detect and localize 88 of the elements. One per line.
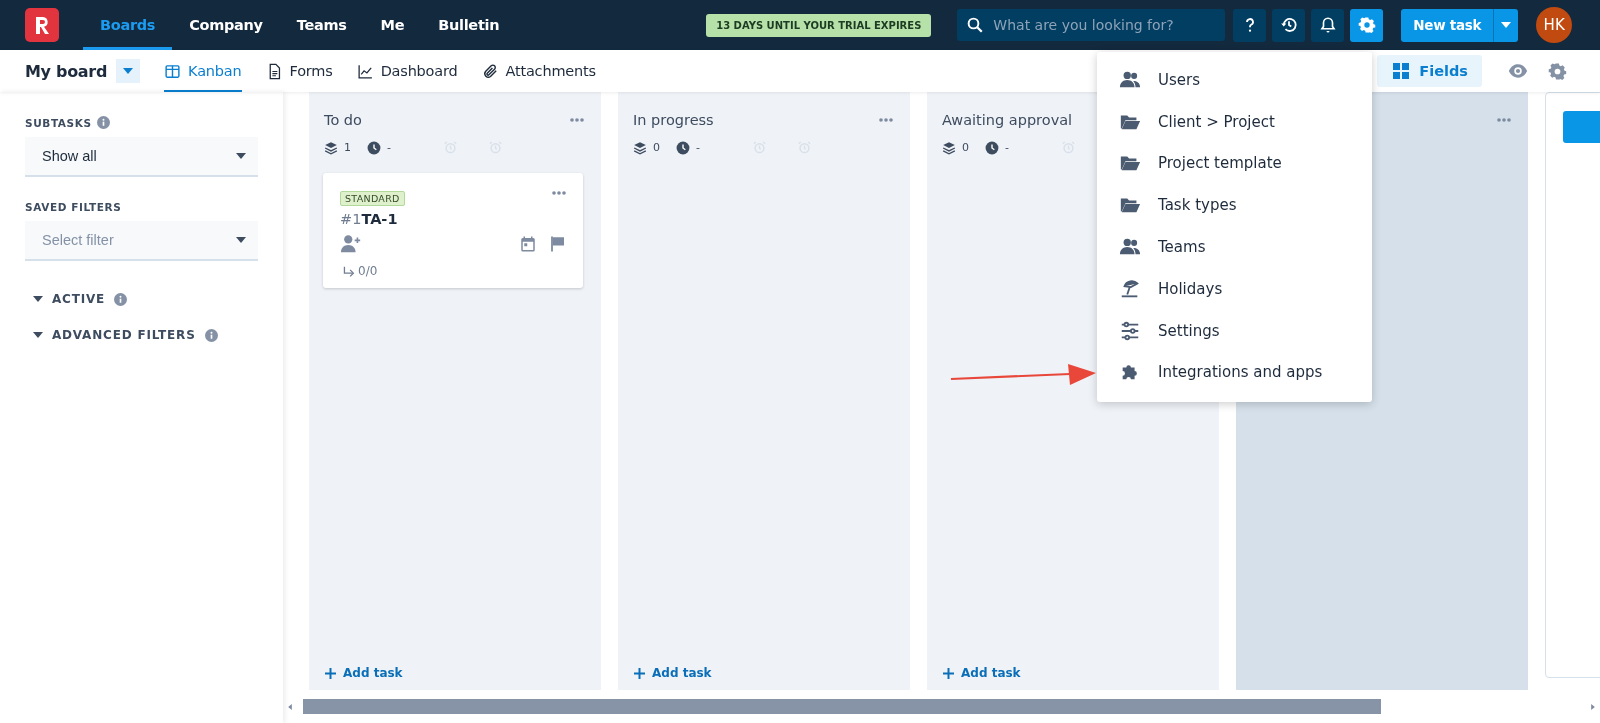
menu-item[interactable]: Teams (1097, 226, 1372, 268)
calendar-icon (519, 235, 537, 253)
column-title: In progress (633, 112, 714, 128)
flag-icon (549, 235, 567, 253)
task-count: 0 (653, 141, 660, 154)
settings-button[interactable] (1350, 8, 1384, 42)
info-icon (114, 292, 128, 306)
view-tab[interactable]: Kanban (164, 50, 242, 92)
add-task-button[interactable]: Add task (618, 664, 910, 682)
column-title: To do (324, 112, 362, 128)
columns-icon (164, 62, 182, 80)
menu-item[interactable]: Holidays (1097, 268, 1372, 310)
bell-icon (1318, 16, 1337, 34)
paperclip-icon (481, 62, 499, 80)
subtask-arrow-icon (342, 264, 355, 278)
layers-icon (633, 140, 647, 155)
column-title: Awaiting approval (942, 112, 1073, 128)
trial-badge: 13 DAYS UNTIL YOUR TRIAL EXPIRES (706, 13, 932, 37)
settings-icon (1357, 16, 1376, 34)
caret-icon (1501, 20, 1512, 30)
board-title: My board (25, 61, 108, 81)
scroll-left-icon (287, 703, 293, 710)
nav-tab[interactable]: Teams (279, 0, 364, 50)
horizontal-scrollbar[interactable] (303, 699, 1381, 714)
subtask-count: 0/0 (358, 264, 378, 278)
sliders-icon (1119, 319, 1141, 342)
help-button[interactable] (1233, 8, 1267, 42)
subtasks-select[interactable]: Show all (25, 137, 258, 177)
search-field[interactable]: What are you looking for? (957, 9, 1226, 41)
filter-section-toggle[interactable]: ACTIVE (33, 285, 258, 313)
layers-icon (942, 140, 956, 155)
menu-item[interactable]: Users (1097, 59, 1372, 101)
caret-icon (33, 294, 43, 304)
plus-icon (325, 667, 336, 679)
clock-icon (985, 140, 999, 155)
time-total: - (387, 141, 391, 154)
menu-item[interactable]: Settings (1097, 309, 1372, 352)
task-card[interactable]: STANDARD #1TA-1 0/0 (323, 173, 583, 288)
history-button[interactable] (1272, 8, 1306, 42)
time-total: - (696, 141, 700, 154)
scroll-right-icon (1590, 703, 1596, 710)
fields-button[interactable]: Fields (1377, 55, 1482, 87)
line-chart-icon (356, 62, 374, 80)
add-user-icon (340, 233, 362, 255)
nav-tab[interactable]: Bulletin (421, 0, 517, 50)
task-count: 0 (962, 141, 969, 154)
info-icon (96, 116, 110, 129)
nav-tab[interactable]: Company (172, 0, 280, 50)
field-label: SUBTASKS (25, 116, 92, 129)
menu-item[interactable]: Integrations and apps (1097, 351, 1372, 394)
info-icon (204, 328, 218, 342)
task-key: TA-1 (361, 211, 398, 227)
nav-tab[interactable]: Boards (83, 0, 173, 50)
history-icon (1279, 16, 1298, 34)
app-logo[interactable] (25, 8, 59, 42)
menu-item[interactable]: Task types (1097, 184, 1372, 227)
user-avatar[interactable]: HK (1536, 7, 1573, 43)
bell-button[interactable] (1311, 8, 1345, 42)
clock-icon (367, 140, 381, 155)
eye-icon (1508, 61, 1528, 81)
filter-section-toggle[interactable]: ADVANCED FILTERS (33, 321, 258, 349)
task-count: 1 (344, 141, 351, 154)
caret-icon (236, 235, 246, 245)
view-tab[interactable]: Forms (265, 50, 333, 92)
caret-icon (236, 151, 246, 161)
layers-icon (324, 140, 338, 155)
clock-icon (676, 140, 690, 155)
view-tab[interactable]: Dashboard (356, 50, 458, 92)
task-type-tag: STANDARD (340, 191, 405, 206)
field-label: SAVED FILTERS (25, 201, 122, 213)
board-dropdown-button[interactable] (116, 59, 141, 83)
menu-item[interactable]: Project template (1097, 142, 1372, 185)
grid-icon (1393, 63, 1410, 79)
caret-icon (123, 66, 134, 76)
settings-icon (1548, 61, 1567, 81)
search-icon (966, 16, 985, 34)
add-task-button[interactable]: Add task (927, 664, 1219, 682)
view-tab[interactable]: Attachments (481, 50, 596, 92)
add-task-button[interactable]: Add task (309, 664, 601, 682)
plus-icon (634, 667, 645, 679)
new-task-dropdown-button[interactable] (1493, 8, 1519, 42)
menu-item[interactable]: Client > Project (1097, 100, 1372, 143)
task-number: #1 (340, 211, 362, 227)
caret-icon (33, 330, 43, 340)
nav-tab[interactable]: Me (363, 0, 422, 50)
time-total: - (1005, 141, 1009, 154)
plus-icon (943, 667, 954, 679)
beach-umbrella-icon (1119, 277, 1141, 300)
